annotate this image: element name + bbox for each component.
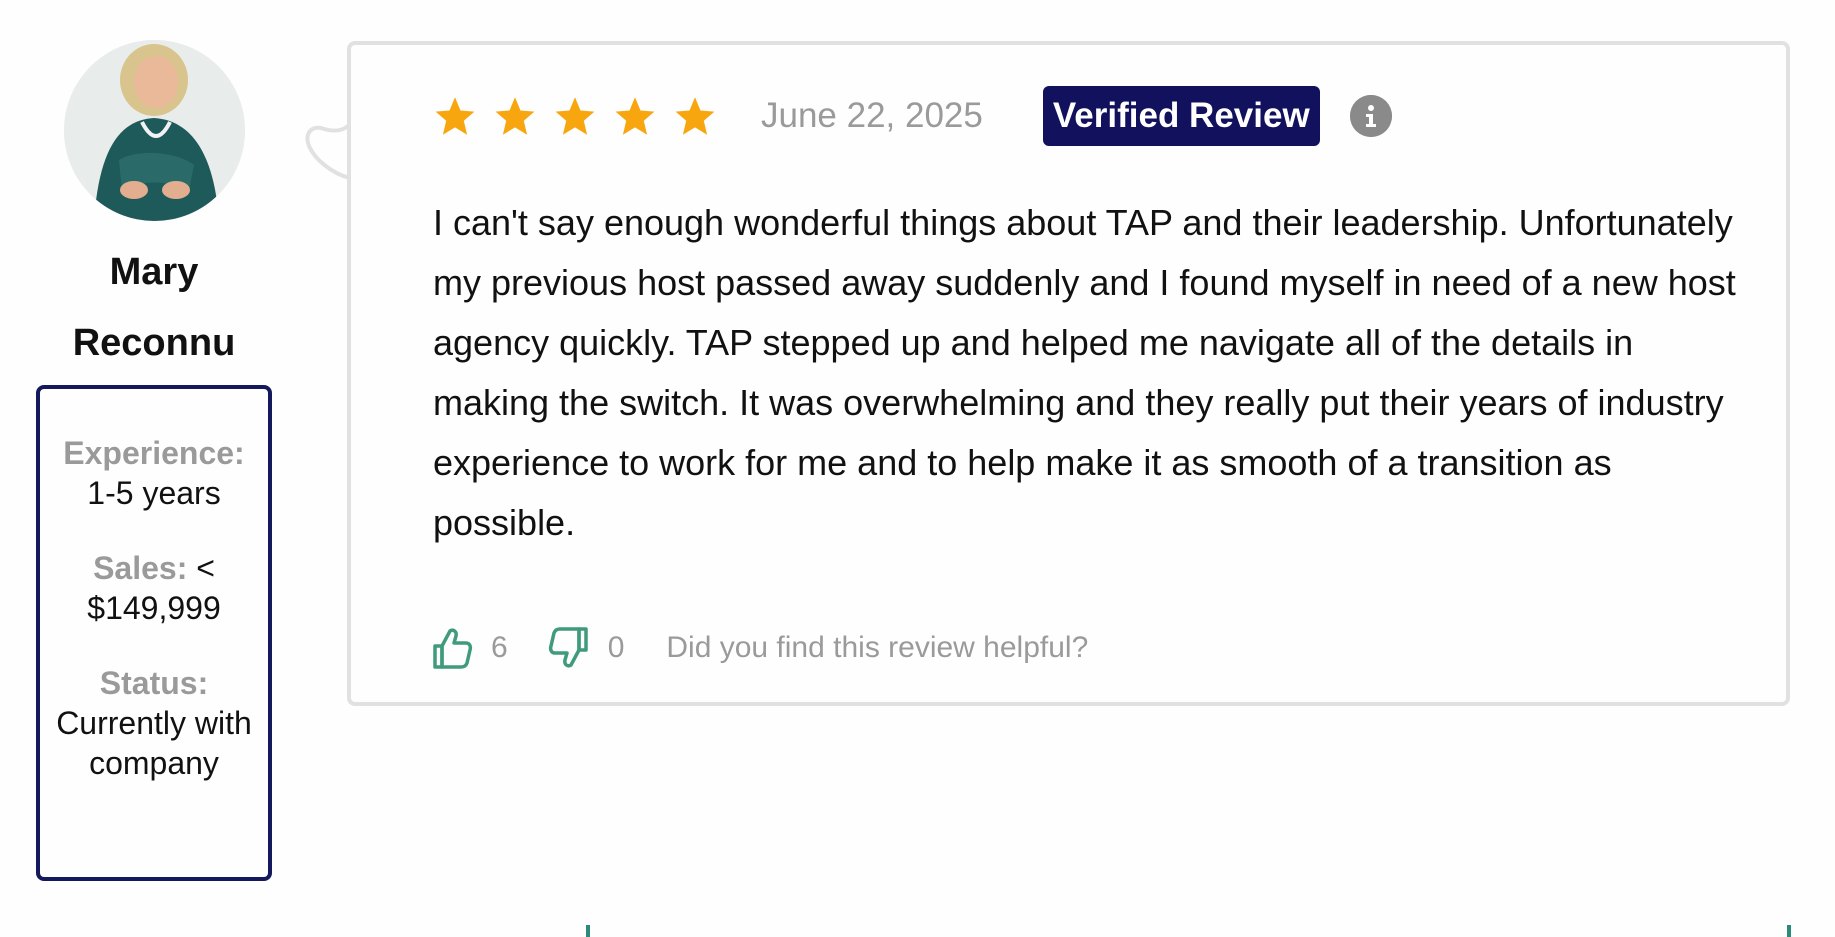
star-icon: [615, 97, 655, 135]
info-icon[interactable]: [1349, 95, 1392, 137]
divider-tick: [586, 925, 590, 937]
reviewer-photo: [63, 40, 245, 221]
review-header: June 22, 2025 Verified Review: [433, 85, 1392, 147]
star-icon: [435, 97, 475, 135]
status-label: Status:: [99, 665, 209, 701]
reviewer-name: Mary Reconnu: [72, 251, 236, 364]
status-item: Status: Currently with company: [48, 663, 260, 783]
sales-item: Sales: < $149,999: [48, 548, 260, 628]
star-icon: [495, 97, 535, 135]
star-icon: [555, 97, 595, 135]
thumbs-up-icon[interactable]: [431, 626, 473, 670]
status-value: Currently with company: [56, 705, 252, 781]
reviewer-details-box: Experience: 1-5 years Sales: < $149,999 …: [36, 385, 272, 881]
review-card: June 22, 2025 Verified Review I can't sa…: [347, 41, 1790, 706]
review-date: June 22, 2025: [761, 96, 983, 135]
review-text: I can't say enough wonderful things abou…: [433, 202, 1736, 543]
star-icon: [675, 97, 715, 135]
thumbs-up-count: 6: [491, 631, 508, 664]
experience-item: Experience: 1-5 years: [48, 433, 260, 513]
avatar: [63, 40, 245, 221]
reviewer-profile: Mary Reconnu Experience: 1-5 years Sales…: [36, 40, 272, 881]
helpful-question: Did you find this review helpful?: [666, 631, 1089, 664]
thumbs-down-count: 0: [607, 631, 625, 664]
sales-label: Sales:: [93, 550, 188, 586]
experience-label: Experience:: [63, 435, 245, 471]
experience-value: 1-5 years: [87, 475, 221, 511]
thumbs-down-icon[interactable]: [548, 626, 590, 670]
helpful-votes: 6 0 Did you find this review helpful?: [431, 623, 1088, 673]
star-rating: [433, 94, 733, 138]
divider-tick: [1787, 925, 1791, 937]
verified-review-badge: Verified Review: [1042, 86, 1320, 146]
